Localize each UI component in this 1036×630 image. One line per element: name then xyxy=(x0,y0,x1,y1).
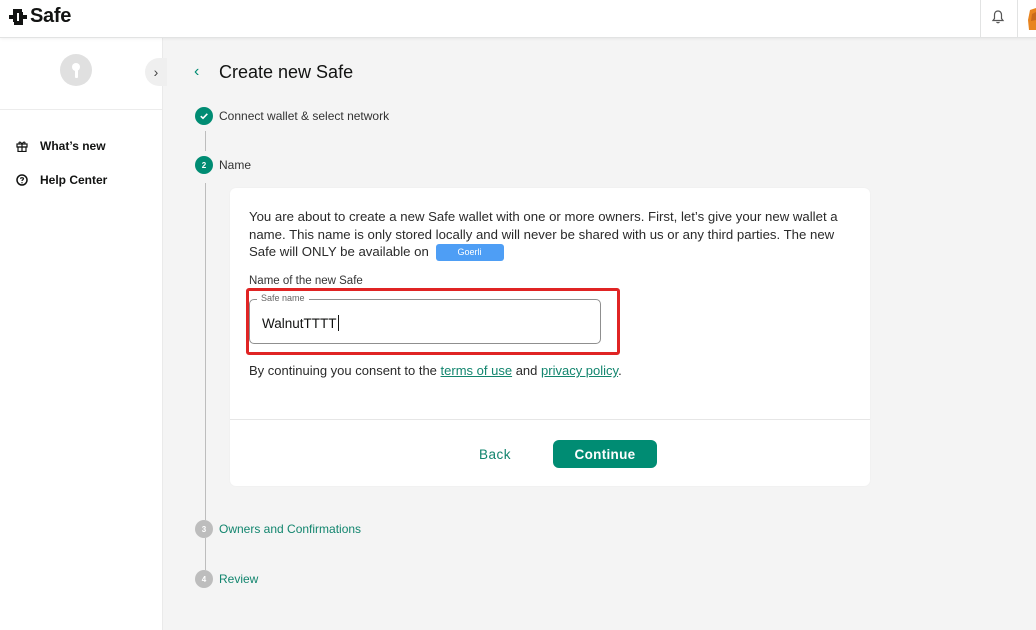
header-divider xyxy=(980,0,981,38)
step-description: You are about to create a new Safe walle… xyxy=(249,208,849,262)
step-label-owners: Owners and Confirmations xyxy=(219,522,362,536)
sidebar-item-help-center[interactable]: Help Center xyxy=(16,173,107,187)
top-header: Safe xyxy=(0,0,1036,38)
step-number-2: 2 xyxy=(195,156,213,174)
step-label-connect-wallet: Connect wallet & select network xyxy=(219,109,390,123)
network-chip: Goerli xyxy=(435,244,504,262)
back-button[interactable]: Back xyxy=(463,440,527,468)
consent-text: By continuing you consent to the terms o… xyxy=(249,363,622,378)
privacy-policy-link[interactable]: privacy policy xyxy=(541,363,618,378)
stepper-connector xyxy=(205,131,206,151)
account-avatar-icon[interactable] xyxy=(1026,8,1036,30)
stepper-connector xyxy=(205,538,206,570)
safe-placeholder-avatar xyxy=(60,54,92,86)
input-legend: Safe name xyxy=(257,293,309,303)
input-value[interactable]: WalnutTTTT xyxy=(262,315,339,331)
step-label-review: Review xyxy=(219,572,259,586)
safe-logo-icon xyxy=(9,8,27,26)
sidebar-item-label: What’s new xyxy=(40,139,106,153)
sidebar-item-whats-new[interactable]: What’s new xyxy=(16,139,106,153)
step-label-name: Name xyxy=(219,158,252,172)
sidebar-divider xyxy=(0,109,162,110)
step-complete-check-icon xyxy=(195,107,213,125)
sidebar: › What’s new Help Center xyxy=(0,38,167,630)
step-number-4: 4 xyxy=(195,570,213,588)
logo-text: Safe xyxy=(30,5,72,27)
field-label: Name of the new Safe xyxy=(249,275,363,287)
page-title: Create new Safe xyxy=(219,62,354,82)
gift-icon xyxy=(16,140,28,152)
terms-of-use-link[interactable]: terms of use xyxy=(441,363,513,378)
safe-name-input[interactable]: Safe name WalnutTTTT xyxy=(249,293,601,344)
step-number-3: 3 xyxy=(195,520,213,538)
description-text: You are about to create a new Safe walle… xyxy=(249,209,838,259)
continue-button[interactable]: Continue xyxy=(553,440,657,468)
card-divider xyxy=(230,419,870,420)
bell-icon[interactable] xyxy=(989,8,1007,26)
main-content: ‹ Create new Safe Connect wallet & selec… xyxy=(164,38,1036,630)
sidebar-item-label: Help Center xyxy=(40,173,108,187)
safe-logo[interactable]: Safe xyxy=(9,5,71,28)
stepper-connector xyxy=(205,183,206,520)
header-divider xyxy=(1017,0,1018,38)
back-chevron-icon[interactable]: ‹ xyxy=(194,63,199,81)
help-circle-icon xyxy=(16,174,28,186)
chevron-right-icon: › xyxy=(153,64,159,80)
name-step-card: You are about to create a new Safe walle… xyxy=(230,188,870,486)
